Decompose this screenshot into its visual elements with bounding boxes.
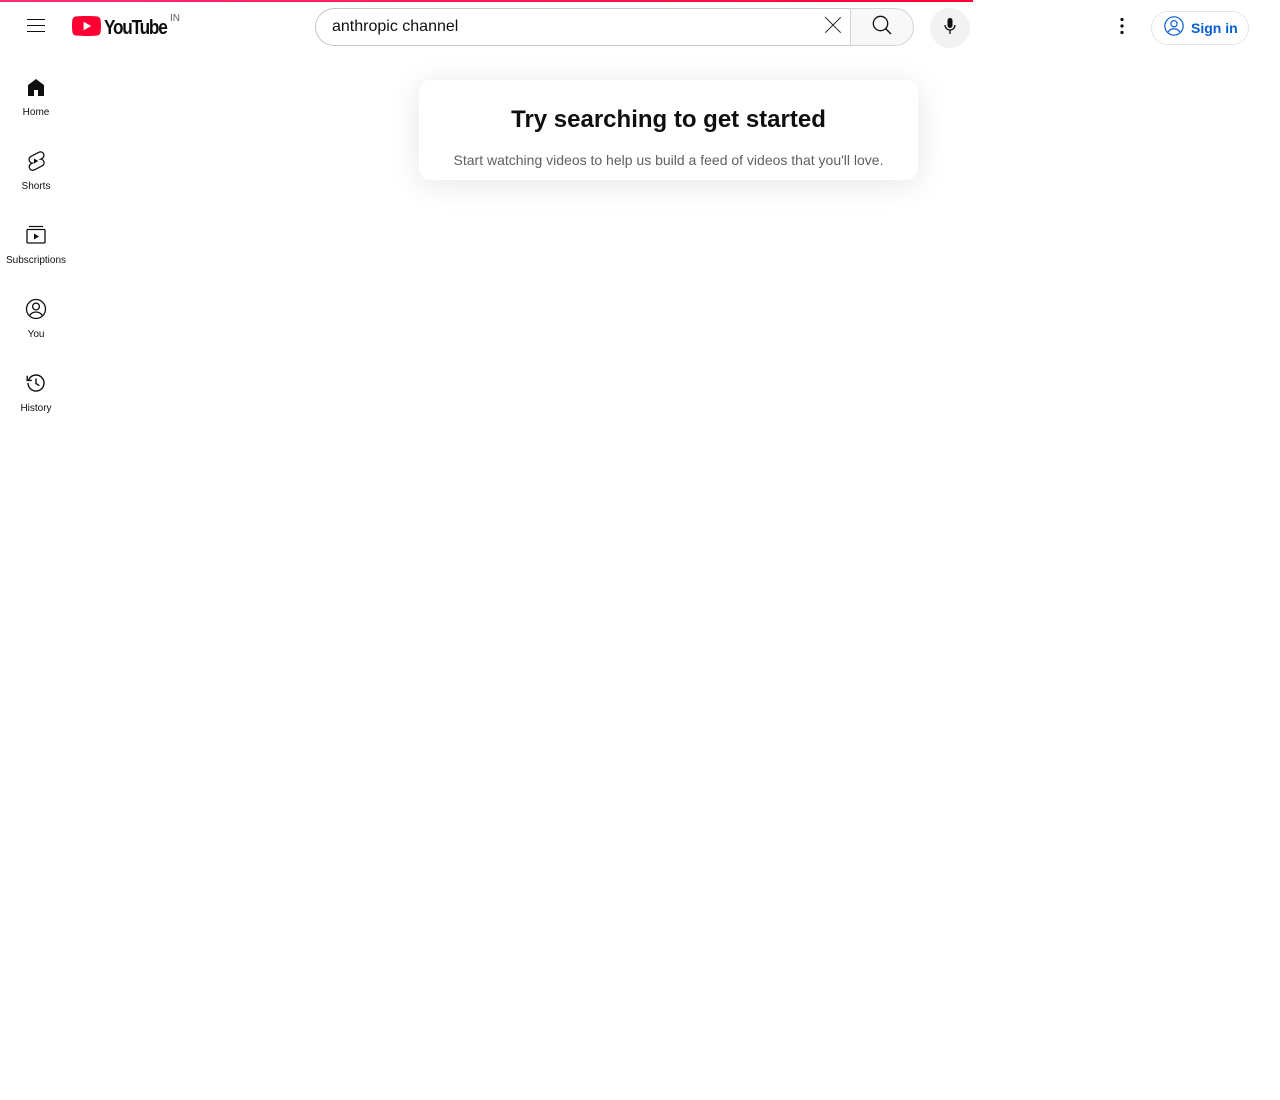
- youtube-logo-wordmark: YouTube: [104, 16, 168, 39]
- sidebar-item-history[interactable]: History: [0, 352, 72, 426]
- hamburger-menu-icon: [24, 14, 48, 43]
- sidebar-item-label: Shorts: [21, 181, 51, 192]
- search-input[interactable]: [332, 12, 802, 42]
- search-box: [315, 8, 850, 46]
- sidebar-item-label: History: [20, 403, 52, 414]
- search-button[interactable]: [850, 8, 914, 46]
- youtube-logo[interactable]: YouTube: [72, 15, 177, 41]
- empty-feed-subtitle: Start watching videos to help us build a…: [453, 152, 884, 168]
- sidebar-item-home[interactable]: Home: [0, 56, 72, 130]
- subscriptions-icon: [24, 223, 48, 247]
- sidebar-item-shorts[interactable]: Shorts: [0, 130, 72, 204]
- microphone-icon: [938, 14, 962, 43]
- clear-search-button[interactable]: [816, 9, 850, 45]
- shorts-icon: [24, 149, 48, 173]
- empty-feed-card: Try searching to get started Start watch…: [419, 80, 918, 180]
- sign-in-label: Sign in: [1191, 20, 1238, 36]
- youtube-play-logo-icon: [72, 15, 101, 41]
- vertical-dots-icon: [1110, 14, 1134, 43]
- country-code: IN: [170, 13, 180, 24]
- account-circle-icon: [1163, 15, 1185, 42]
- page-scrollbar-track[interactable]: [1265, 0, 1280, 1100]
- masthead: YouTube IN anthropic channel Sign in: [0, 0, 1265, 56]
- close-icon: [821, 13, 845, 42]
- empty-feed-title: Try searching to get started: [511, 106, 826, 133]
- account-circle-icon: [24, 297, 48, 321]
- voice-search-button[interactable]: [930, 8, 970, 48]
- sidebar-item-label: You: [27, 329, 45, 340]
- sidebar-item-you[interactable]: You: [0, 278, 72, 352]
- mini-guide-sidebar: Home Shorts Subscriptions You History: [0, 56, 72, 426]
- home-icon: [24, 75, 48, 99]
- history-icon: [24, 371, 48, 395]
- youtube-page: YouTube IN anthropic channel Sign in Hom…: [0, 0, 1280, 1100]
- sign-in-button[interactable]: Sign in: [1151, 11, 1249, 45]
- search-icon: [870, 13, 894, 42]
- sidebar-item-subscriptions[interactable]: Subscriptions: [0, 204, 72, 278]
- sidebar-item-label: Subscriptions: [5, 255, 67, 266]
- sidebar-item-label: Home: [22, 107, 50, 118]
- settings-more-button[interactable]: [1102, 8, 1142, 48]
- guide-menu-button[interactable]: [16, 8, 56, 48]
